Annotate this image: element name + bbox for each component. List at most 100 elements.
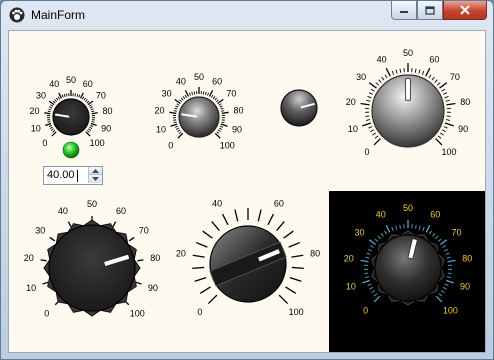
- scale-tick: [367, 96, 372, 99]
- scale-tick: [445, 252, 450, 255]
- scale-tick: [377, 235, 381, 240]
- scale-tick: [442, 245, 447, 249]
- scale-tick: [289, 276, 302, 282]
- close-button[interactable]: [443, 1, 487, 20]
- scale-tick: [78, 94, 81, 98]
- scale-tick: [391, 226, 394, 231]
- scale-tick: [442, 286, 447, 290]
- scale-tick: [217, 129, 221, 132]
- scale-label: 50: [403, 203, 413, 213]
- numeric-value[interactable]: 40.00: [47, 169, 75, 181]
- scale-label: 0: [364, 147, 369, 157]
- scale-tick: [368, 82, 377, 89]
- scale-tick: [418, 69, 421, 74]
- knob-3[interactable]: [280, 89, 318, 127]
- scale-tick: [58, 92, 63, 99]
- knob-4[interactable]: 0 10 20 30 40 50 60 70 80 90 100: [346, 48, 471, 157]
- scale-label: 100: [220, 140, 235, 150]
- scale-tick: [369, 245, 374, 249]
- scale-label: 20: [154, 106, 164, 116]
- knob-2[interactable]: 010 20 30 40 50 60 70 80 90 100: [154, 72, 243, 150]
- scale-label: 10: [346, 282, 356, 292]
- scale-tick: [63, 93, 66, 97]
- scale-tick: [199, 286, 211, 294]
- scale-tick: [365, 119, 371, 121]
- scale-tick: [364, 276, 370, 279]
- scale-tick: [214, 97, 218, 101]
- scale-tick: [368, 126, 373, 129]
- scale-tick: [422, 226, 425, 231]
- scale-tick: [441, 129, 446, 133]
- spin-down-button[interactable]: [88, 175, 102, 183]
- scale-label: 0: [197, 307, 202, 317]
- knob-5[interactable]: 0 10 20 30 40 50 60 70 80 90 100: [24, 199, 160, 318]
- scale-tick: [364, 272, 369, 274]
- scale-label: 10: [156, 124, 166, 134]
- title-bar[interactable]: MainForm: [1, 1, 493, 29]
- scale-tick: [207, 294, 218, 305]
- scale-label: 20: [346, 97, 356, 107]
- scale-label: 30: [36, 90, 46, 100]
- scale-tick: [447, 272, 452, 274]
- scale-label: 40: [377, 54, 387, 64]
- scale-label: 40: [212, 198, 222, 208]
- minimize-button[interactable]: [391, 1, 417, 20]
- scale-label: 10: [31, 123, 41, 133]
- scale-tick: [169, 111, 177, 115]
- scale-tick: [194, 276, 207, 282]
- scale-label: 80: [462, 254, 472, 264]
- knob-6[interactable]: 0 20 40 60 80 100: [176, 198, 320, 317]
- scale-label: 100: [443, 305, 458, 315]
- scale-tick: [178, 131, 182, 134]
- scale-tick: [49, 126, 53, 129]
- scale-tick: [48, 124, 52, 127]
- scale-tick: [440, 132, 444, 136]
- paw-icon: [9, 7, 25, 23]
- scale-tick: [370, 129, 375, 133]
- scale-tick: [89, 106, 93, 109]
- scale-tick: [221, 121, 225, 124]
- scale-tick: [51, 131, 57, 137]
- scale-tick: [425, 224, 431, 233]
- scale-label: 50: [403, 48, 413, 58]
- scale-tick: [444, 283, 449, 286]
- scale-tick: [215, 99, 219, 103]
- scale-tick: [47, 110, 51, 113]
- scale-tick: [202, 91, 205, 95]
- numeric-updown[interactable]: 40.00: [43, 166, 103, 185]
- scale-tick: [221, 111, 229, 115]
- scale-tick: [74, 93, 76, 97]
- maximize-button[interactable]: [417, 1, 443, 20]
- scale-label: 10: [26, 283, 36, 293]
- scale-tick: [446, 276, 452, 279]
- scale-tick: [369, 286, 374, 290]
- scale-tick: [436, 82, 441, 86]
- spin-up-button[interactable]: [88, 167, 102, 175]
- scale-label: 90: [458, 124, 468, 134]
- scale-tick: [191, 91, 194, 96]
- knob-1[interactable]: 010 20 3040 50 6070 80 90 100: [29, 75, 112, 148]
- scale-tick: [267, 213, 275, 226]
- scale-tick: [276, 220, 285, 231]
- scale-tick: [180, 97, 184, 101]
- scale-tick: [219, 105, 223, 108]
- scale-tick: [52, 130, 56, 133]
- scale-tick: [446, 102, 456, 106]
- scale-tick: [91, 112, 98, 115]
- scale-label: 20: [24, 253, 34, 263]
- scale-tick: [49, 106, 53, 109]
- scale-tick: [440, 290, 445, 294]
- knob-7[interactable]: 0 10 20 30 40 50 60 70 80 90 100: [344, 203, 473, 315]
- scale-label: 60: [430, 210, 440, 220]
- scale-tick: [367, 248, 372, 252]
- scale-label: 60: [274, 198, 284, 208]
- scale-tick: [220, 107, 224, 110]
- scale-tick: [210, 94, 214, 98]
- scale-label: 40: [58, 206, 68, 216]
- scale-tick: [443, 92, 448, 95]
- scale-label: 80: [310, 248, 320, 258]
- scale-label: 60: [429, 54, 439, 64]
- scale-tick: [372, 132, 376, 136]
- scale-label: 50: [194, 72, 204, 82]
- scale-tick: [437, 238, 442, 242]
